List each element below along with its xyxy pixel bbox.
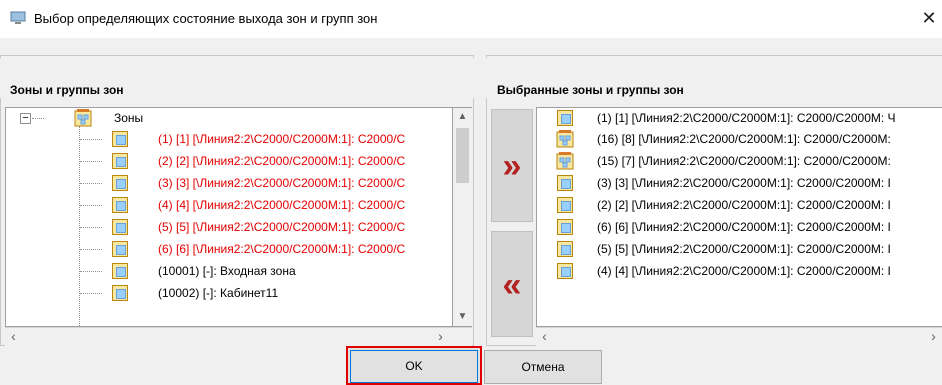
zone-icon (112, 131, 128, 147)
tree-item-label: (10002) [-]: Кабинет11 (158, 286, 279, 300)
zone-group-icon (556, 152, 574, 170)
tree-item-label: (6) [6] [\Линия2:2\C2000/C2000M:1]: C200… (158, 242, 406, 256)
zone-icon (557, 263, 573, 279)
zone-icon (112, 263, 128, 279)
list-item-label: (6) [6] [\Линия2:2\C2000/C2000M:1]: C200… (597, 220, 891, 234)
zone-icon (557, 197, 573, 213)
tree-item-label: (1) [1] [\Линия2:2\C2000/C2000M:1]: C200… (158, 132, 406, 146)
title-bar: Выбор определяющих состояние выхода зон … (0, 0, 942, 38)
list-item[interactable]: (5) [5] [\Линия2:2\C2000/C2000M:1]: C200… (537, 240, 942, 258)
zone-icon (112, 175, 128, 191)
list-item-label: (5) [5] [\Линия2:2\C2000/C2000M:1]: C200… (597, 242, 891, 256)
left-panel-header: Зоны и группы зон (0, 58, 474, 98)
remove-selected-button[interactable]: « (491, 231, 533, 337)
list-item[interactable]: (1) [1] [\Линия2:2\C2000/C2000M:1]: C200… (537, 109, 942, 127)
selected-zones-list[interactable]: (1) [1] [\Линия2:2\C2000/C2000M:1]: C200… (536, 107, 942, 327)
zone-icon (112, 197, 128, 213)
scroll-right-icon[interactable]: › (432, 328, 449, 346)
list-item-label: (2) [2] [\Линия2:2\C2000/C2000M:1]: C200… (597, 198, 891, 212)
zone-icon (557, 219, 573, 235)
scroll-right-icon[interactable]: › (925, 328, 942, 346)
scroll-left-icon[interactable]: ‹ (5, 328, 22, 346)
ok-button[interactable]: OK (346, 346, 482, 385)
zone-icon (557, 110, 573, 126)
tree-item[interactable]: (5) [5] [\Линия2:2\C2000/C2000M:1]: C200… (6, 218, 452, 236)
zone-icon (557, 241, 573, 257)
scroll-up-icon[interactable]: ▲ (453, 108, 472, 125)
tree-item[interactable]: (4) [4] [\Линия2:2\C2000/C2000M:1]: C200… (6, 196, 452, 214)
scrollbar-thumb[interactable] (456, 128, 469, 183)
zones-tree[interactable]: − Зоны (1) [1] [\Линия2:2\C2000/C2000M:1… (5, 107, 453, 327)
tree-root-row[interactable]: Зоны (6, 109, 452, 127)
list-item-label: (16) [8] [\Линия2:2\C2000/C2000M:1]: C20… (597, 132, 891, 146)
computer-icon (10, 11, 26, 24)
zone-icon (112, 153, 128, 169)
scroll-left-icon[interactable]: ‹ (536, 328, 553, 346)
list-item-label: (1) [1] [\Линия2:2\C2000/C2000M:1]: C200… (597, 111, 896, 125)
horizontal-scrollbar[interactable]: ‹ › (5, 327, 472, 346)
ok-button-label: OK (350, 350, 478, 383)
tree-item[interactable]: (10001) [-]: Входная зона (6, 262, 452, 280)
list-item-label: (15) [7] [\Линия2:2\C2000/C2000M:1]: C20… (597, 154, 891, 168)
list-item[interactable]: (4) [4] [\Линия2:2\C2000/C2000M:1]: C200… (537, 262, 942, 280)
list-item[interactable]: (16) [8] [\Линия2:2\C2000/C2000M:1]: C20… (537, 130, 942, 148)
zone-icon (557, 175, 573, 191)
zone-icon (112, 219, 128, 235)
tree-item[interactable]: (1) [1] [\Линия2:2\C2000/C2000M:1]: C200… (6, 130, 452, 148)
close-icon[interactable]: ✕ (916, 5, 942, 31)
list-item-label: (4) [4] [\Линия2:2\C2000/C2000M:1]: C200… (597, 264, 891, 278)
zone-icon (112, 241, 128, 257)
tree-item[interactable]: (2) [2] [\Линия2:2\C2000/C2000M:1]: C200… (6, 152, 452, 170)
tree-item[interactable]: (3) [3] [\Линия2:2\C2000/C2000M:1]: C200… (6, 174, 452, 192)
tree-item-label: (10001) [-]: Входная зона (158, 264, 296, 278)
scroll-down-icon[interactable]: ▼ (453, 308, 472, 325)
cancel-button[interactable]: Отмена (484, 350, 602, 384)
tree-item-label: (3) [3] [\Линия2:2\C2000/C2000M:1]: C200… (158, 176, 406, 190)
add-selected-button[interactable]: » (491, 109, 533, 222)
list-item-label: (3) [3] [\Линия2:2\C2000/C2000M:1]: C200… (597, 176, 891, 190)
tree-root-label: Зоны (114, 111, 144, 125)
list-item[interactable]: (2) [2] [\Линия2:2\C2000/C2000M:1]: C200… (537, 196, 942, 214)
vertical-scrollbar[interactable]: ▲ ▼ (453, 107, 472, 327)
window-title: Выбор определяющих состояние выхода зон … (34, 11, 378, 26)
tree-item-label: (5) [5] [\Линия2:2\C2000/C2000M:1]: C200… (158, 220, 406, 234)
tree-item[interactable]: (6) [6] [\Линия2:2\C2000/C2000M:1]: C200… (6, 240, 452, 258)
zone-group-icon (556, 130, 574, 148)
tree-item-label: (2) [2] [\Линия2:2\C2000/C2000M:1]: C200… (158, 154, 406, 168)
right-panel-header: Выбранные зоны и группы зон (486, 58, 942, 98)
zone-group-icon (74, 109, 92, 127)
horizontal-scrollbar[interactable]: ‹ › (536, 327, 942, 346)
tree-item[interactable]: (10002) [-]: Кабинет11 (6, 284, 452, 302)
list-item[interactable]: (15) [7] [\Линия2:2\C2000/C2000M:1]: C20… (537, 152, 942, 170)
list-item[interactable]: (3) [3] [\Линия2:2\C2000/C2000M:1]: C200… (537, 174, 942, 192)
tree-item-label: (4) [4] [\Линия2:2\C2000/C2000M:1]: C200… (158, 198, 406, 212)
zone-icon (112, 285, 128, 301)
list-item[interactable]: (6) [6] [\Линия2:2\C2000/C2000M:1]: C200… (537, 218, 942, 236)
